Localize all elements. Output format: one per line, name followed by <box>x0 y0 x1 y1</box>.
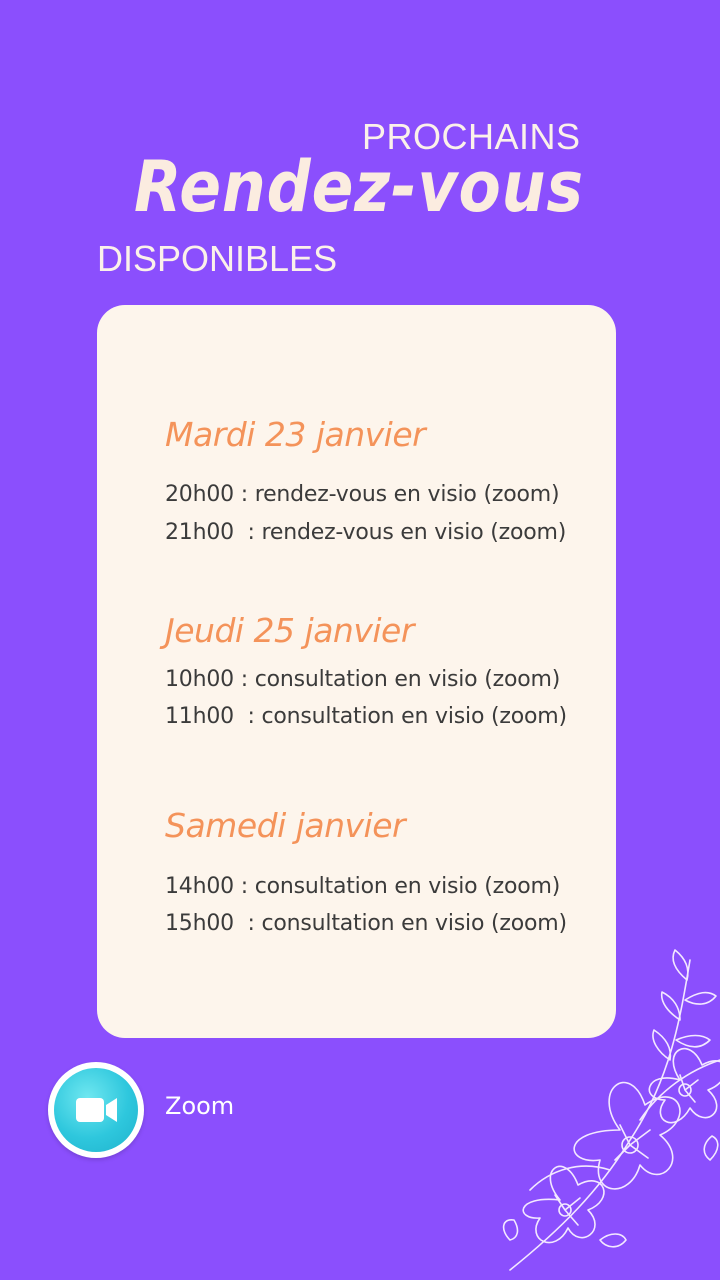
time-slot: 20h00 : rendez-vous en visio (zoom) <box>165 482 560 507</box>
time-slot: 10h00 : consultation en visio (zoom) <box>165 667 561 692</box>
time-slot: 21h00 : rendez-vous en visio (zoom) <box>165 520 567 545</box>
kicker-disponibles: DISPONIBLES <box>97 238 338 279</box>
platform-label: Zoom <box>165 1092 235 1120</box>
video-camera-icon <box>76 1098 117 1122</box>
page-title: Rendez-vous <box>134 146 584 228</box>
zoom-logo <box>48 1062 144 1158</box>
flower-decoration-icon <box>502 949 720 1271</box>
day-heading: Mardi 23 janvier <box>165 415 426 454</box>
schedule-card: Mardi 23 janvier 20h00 : rendez-vous en … <box>97 305 616 1038</box>
day-heading: Jeudi 25 janvier <box>165 611 414 650</box>
day-heading: Samedi janvier <box>165 806 406 845</box>
time-slot: 14h00 : consultation en visio (zoom) <box>165 874 561 899</box>
time-slot: 11h00 : consultation en visio (zoom) <box>165 704 567 729</box>
time-slot: 15h00 : consultation en visio (zoom) <box>165 911 567 936</box>
